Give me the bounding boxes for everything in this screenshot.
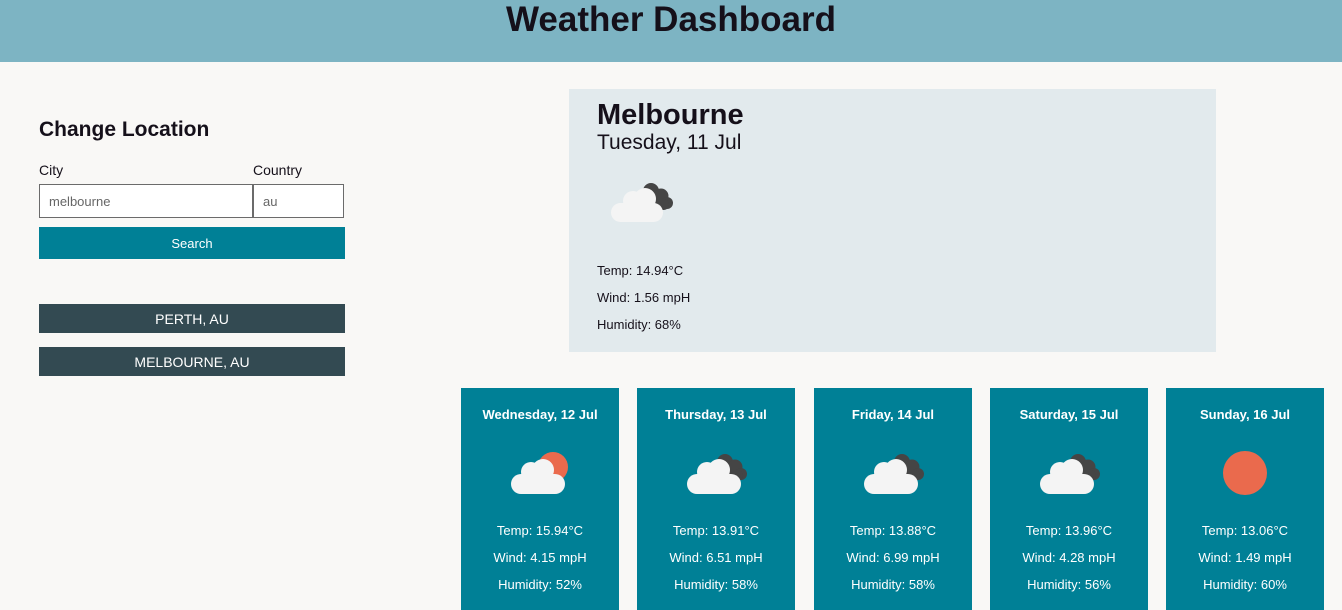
forecast-date: Wednesday, 12 Jul — [482, 407, 598, 422]
page-title: Weather Dashboard — [506, 0, 836, 39]
search-button[interactable]: Search — [39, 227, 345, 259]
forecast-date: Sunday, 16 Jul — [1199, 407, 1291, 422]
history-button-melbourne[interactable]: MELBOURNE, AU — [39, 347, 345, 376]
current-wind: Wind: 1.56 mpH — [597, 290, 691, 305]
forecast-humidity: Humidity: 58% — [674, 577, 758, 592]
country-label: Country — [253, 162, 303, 178]
forecast-temp: Temp: 13.06°C — [1201, 523, 1289, 538]
sun-icon — [1214, 450, 1278, 496]
cloud-dark-icon — [1038, 450, 1102, 496]
forecast-date: Saturday, 15 Jul — [1019, 407, 1119, 422]
country-input[interactable] — [253, 184, 344, 218]
change-location-heading: Change Location — [39, 118, 210, 141]
forecast-date: Thursday, 13 Jul — [665, 407, 767, 422]
forecast-temp: Temp: 15.94°C — [496, 523, 584, 538]
cloud-sun-icon — [509, 450, 573, 496]
forecast-card: Thursday, 13 Jul Temp: 13.91°C Wind: 6.5… — [637, 388, 795, 610]
forecast-humidity: Humidity: 58% — [851, 577, 935, 592]
forecast-temp: Temp: 13.96°C — [1025, 523, 1113, 538]
current-humidity: Humidity: 68% — [597, 317, 681, 332]
forecast-humidity: Humidity: 60% — [1203, 577, 1287, 592]
forecast-wind: Wind: 1.49 mpH — [1198, 550, 1292, 565]
current-city: Melbourne — [597, 99, 744, 131]
forecast-temp: Temp: 13.91°C — [672, 523, 760, 538]
forecast-wind: Wind: 4.15 mpH — [493, 550, 587, 565]
cloud-dark-icon — [607, 179, 677, 227]
forecast-card: Wednesday, 12 Jul Temp: 15.94°C Wind: 4.… — [461, 388, 619, 610]
forecast-wind: Wind: 6.51 mpH — [669, 550, 763, 565]
city-label: City — [39, 162, 64, 178]
forecast-humidity: Humidity: 56% — [1027, 577, 1111, 592]
city-input[interactable] — [39, 184, 253, 218]
current-temp: Temp: 14.94°C — [597, 263, 684, 278]
forecast-wind: Wind: 6.99 mpH — [846, 550, 940, 565]
forecast-card: Saturday, 15 Jul Temp: 13.96°C Wind: 4.2… — [990, 388, 1148, 610]
cloud-dark-icon — [862, 450, 926, 496]
history-button-perth[interactable]: PERTH, AU — [39, 304, 345, 333]
current-weather-card: Melbourne Tuesday, 11 Jul Temp: 14.94°C … — [569, 89, 1216, 352]
current-date: Tuesday, 11 Jul — [597, 131, 742, 154]
forecast-card: Sunday, 16 Jul Temp: 13.06°C Wind: 1.49 … — [1166, 388, 1324, 610]
header: Weather Dashboard — [0, 0, 1342, 62]
cloud-dark-icon — [685, 450, 749, 496]
forecast-wind: Wind: 4.28 mpH — [1022, 550, 1116, 565]
forecast-date: Friday, 14 Jul — [851, 407, 935, 422]
forecast-temp: Temp: 13.88°C — [849, 523, 937, 538]
search-history: PERTH, AU MELBOURNE, AU — [39, 304, 345, 390]
forecast-humidity: Humidity: 52% — [498, 577, 582, 592]
forecast-card: Friday, 14 Jul Temp: 13.88°C Wind: 6.99 … — [814, 388, 972, 610]
